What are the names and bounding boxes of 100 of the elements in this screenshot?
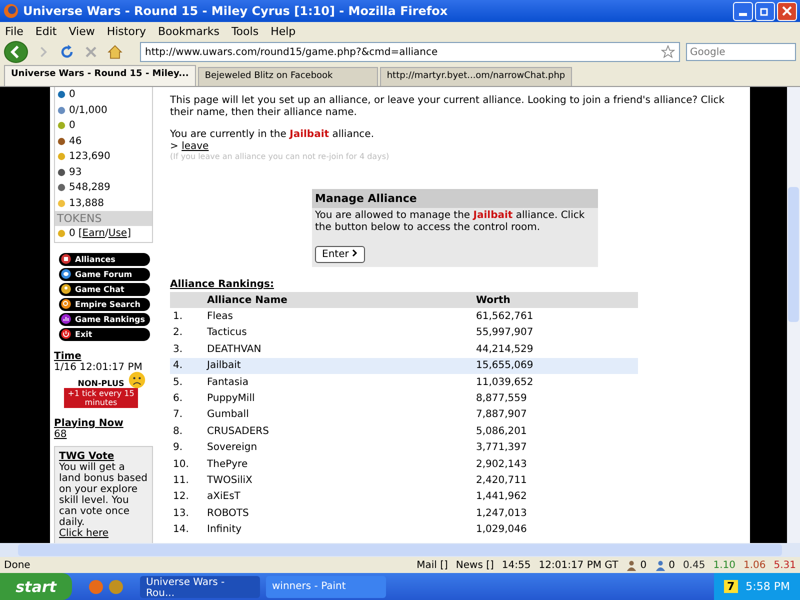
minimize-button[interactable]: [733, 2, 753, 20]
scroll-thumb[interactable]: [788, 187, 799, 322]
tray-badge[interactable]: 7: [724, 580, 738, 593]
taskbar-button[interactable]: Universe Wars - Rou...: [140, 576, 260, 598]
table-cell-text: Fantasia: [207, 376, 250, 388]
enter-button[interactable]: Enter: [315, 246, 366, 263]
vertical-scrollbar[interactable]: [787, 87, 800, 543]
separator: /: [105, 228, 108, 240]
table-cell-text: ThePyre: [207, 458, 249, 470]
table-cell-text: Sovereign: [207, 442, 258, 454]
table-cell-text: 15,655,069: [476, 360, 534, 372]
table-cell-text: 2,902,143: [476, 458, 528, 470]
arrow-icon: >: [170, 141, 178, 152]
playing-now-label: Playing Now: [54, 418, 124, 428]
minimize-icon: [739, 12, 747, 16]
table-cell-text: 10.: [172, 458, 190, 470]
intro-text: This page will let you set up an alliance, or leave your current alliance. Looking to join a friend's alliance? Click their name, then their alliance name.: [170, 95, 726, 119]
table-cell-text: 12.: [172, 491, 190, 502]
status-item: 14:55: [502, 560, 531, 570]
table-cell-text: 61,562,761: [476, 311, 534, 322]
browser-tab[interactable]: Universe Wars - Round 15 - Miley...: [4, 65, 196, 86]
back-button[interactable]: [4, 41, 28, 63]
app-icon[interactable]: [108, 578, 124, 594]
table-cell-text: 11.: [172, 474, 190, 486]
address-field[interactable]: http://www.uwars.com/round15/game.php?&cmd=alliance: [140, 42, 680, 62]
table-cell-text: Gumball: [207, 409, 250, 420]
table-cell-text: Jailbait: [207, 360, 242, 372]
browser-icon[interactable]: [88, 578, 104, 594]
table-cell-text: 1,029,046: [476, 524, 528, 536]
nav-button[interactable]: Exit: [59, 328, 150, 340]
earn-link[interactable]: Earn: [82, 228, 106, 240]
vote-text: You will get a land bonus based on your explore skill level. You can vote once daily.: [59, 462, 148, 528]
table-cell-text: 3,771,397: [476, 442, 528, 454]
taskbar-button[interactable]: winners - Paint: [266, 576, 386, 598]
menu-item[interactable]: View: [68, 24, 95, 38]
start-button[interactable]: start: [0, 573, 72, 600]
home-icon[interactable]: [106, 43, 124, 61]
table-cell-text: 1,441,962: [476, 491, 528, 502]
horizontal-scrollbar[interactable]: [0, 543, 800, 557]
resource-value: 93: [69, 166, 82, 178]
table-cell-text: 1.: [172, 311, 184, 322]
resource-value: 123,690: [69, 151, 110, 162]
manage-title: Manage Alliance: [312, 189, 598, 208]
table-cell-text: ROBOTS: [207, 508, 250, 519]
menu-item[interactable]: History: [106, 24, 146, 38]
menu-item[interactable]: File: [5, 24, 24, 38]
table-cell-text: 9.: [172, 442, 184, 454]
resource-value: 0: [69, 120, 76, 132]
close-button[interactable]: [777, 2, 797, 20]
window-title: Universe Wars - Round 15 - Miley Cyrus [1:10] - Mozilla Firefox: [23, 4, 449, 18]
chevron-icon: [352, 249, 358, 257]
status-text: Done: [4, 560, 32, 570]
nav-button[interactable]: Game Chat: [59, 282, 150, 296]
table-cell-text: 7.: [172, 409, 184, 420]
tokens-heading: TOKENS: [55, 211, 152, 226]
table-cell-text: 13.: [172, 508, 190, 519]
search-field[interactable]: Google: [686, 43, 796, 61]
resource-value: 548,289: [69, 182, 110, 194]
playing-now-link[interactable]: 68: [54, 428, 67, 440]
scroll-thumb[interactable]: [18, 544, 782, 556]
table-cell-text: 11,039,652: [476, 376, 534, 388]
browser-tab[interactable]: Bejeweled Blitz on Facebook: [198, 67, 378, 86]
leave-link[interactable]: leave: [182, 141, 209, 152]
rate-value: 1.10: [713, 560, 736, 570]
nav-button[interactable]: Game Forum: [59, 268, 150, 280]
vote-link[interactable]: Click here: [59, 528, 109, 538]
vote-title: TWG Vote: [59, 450, 114, 462]
use-link[interactable]: Use: [108, 228, 128, 240]
column-header: Alliance Name: [207, 294, 288, 306]
current-alliance-text: You are currently in the Jailbait alliance.: [170, 129, 375, 141]
table-cell-text: Tacticus: [207, 327, 248, 338]
table-cell-text: 5.: [172, 376, 184, 388]
close-icon: [782, 6, 792, 16]
star-icon[interactable]: [661, 45, 675, 59]
token-icon: [57, 229, 66, 238]
rate-value: 5.31: [774, 560, 796, 570]
nav-button[interactable]: Empire Search: [59, 298, 150, 310]
status-counter: 0: [668, 560, 675, 570]
table-cell-text: 2,420,711: [476, 474, 528, 486]
menu-item[interactable]: Help: [270, 24, 296, 38]
menu-item[interactable]: Tools: [231, 24, 259, 38]
status-item: News []: [456, 560, 494, 570]
restore-icon: [760, 6, 770, 16]
bracket: [: [78, 228, 82, 240]
rankings-title: Alliance Rankings:: [170, 279, 275, 290]
table-cell-text: PuppyMill: [207, 393, 256, 404]
table-cell-text: 5,086,201: [476, 426, 528, 437]
table-cell-text: 3.: [172, 344, 184, 355]
table-cell-text: CRUSADERS: [207, 426, 270, 437]
nav-button[interactable]: Alliances: [59, 252, 150, 266]
table-cell-text: 4.: [172, 360, 184, 372]
status-item: 12:01:17 PM GT: [538, 560, 618, 570]
menu-item[interactable]: Edit: [35, 24, 57, 38]
browser-tab[interactable]: http://martyr.byet...om/narrowChat.php: [380, 67, 572, 86]
table-cell-text: 2.: [172, 327, 184, 338]
time-value: 1/16 12:01:17 PM: [54, 362, 144, 372]
nav-button[interactable]: Game Rankings: [59, 312, 150, 326]
table-cell-text: 7,887,907: [476, 409, 528, 420]
menu-item[interactable]: Bookmarks: [158, 24, 220, 38]
restore-button[interactable]: [755, 2, 775, 20]
